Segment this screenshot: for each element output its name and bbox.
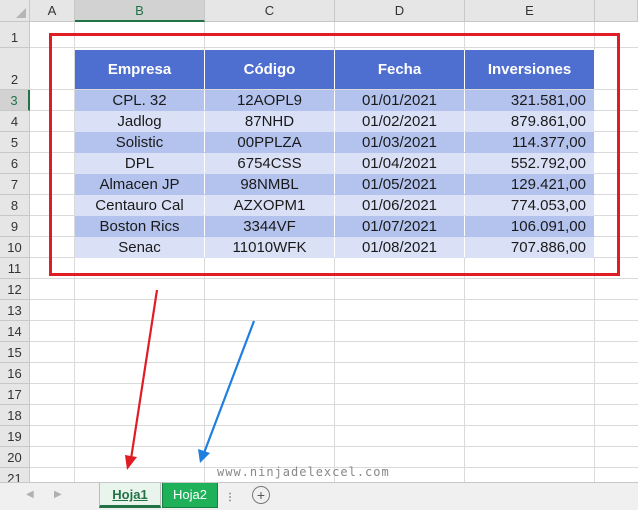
sheet-tab-hoja1[interactable]: Hoja1 bbox=[99, 483, 161, 508]
sheet-tab-hoja2[interactable]: Hoja2 bbox=[162, 483, 218, 508]
add-sheet-icon[interactable]: + bbox=[252, 486, 270, 504]
scroll-left-icon[interactable]: ◀ bbox=[26, 489, 34, 500]
red-arrow-icon bbox=[125, 289, 159, 470]
annotation-arrows bbox=[125, 289, 256, 470]
watermark-text: www.ninjadelexcel.com bbox=[217, 465, 390, 479]
sheet-tab-bar: ◀ ▶ Hoja1 Hoja2 + bbox=[0, 482, 638, 510]
more-tabs-icon[interactable] bbox=[228, 492, 232, 502]
scroll-right-icon[interactable]: ▶ bbox=[54, 489, 62, 500]
blue-arrow-icon bbox=[198, 320, 256, 463]
